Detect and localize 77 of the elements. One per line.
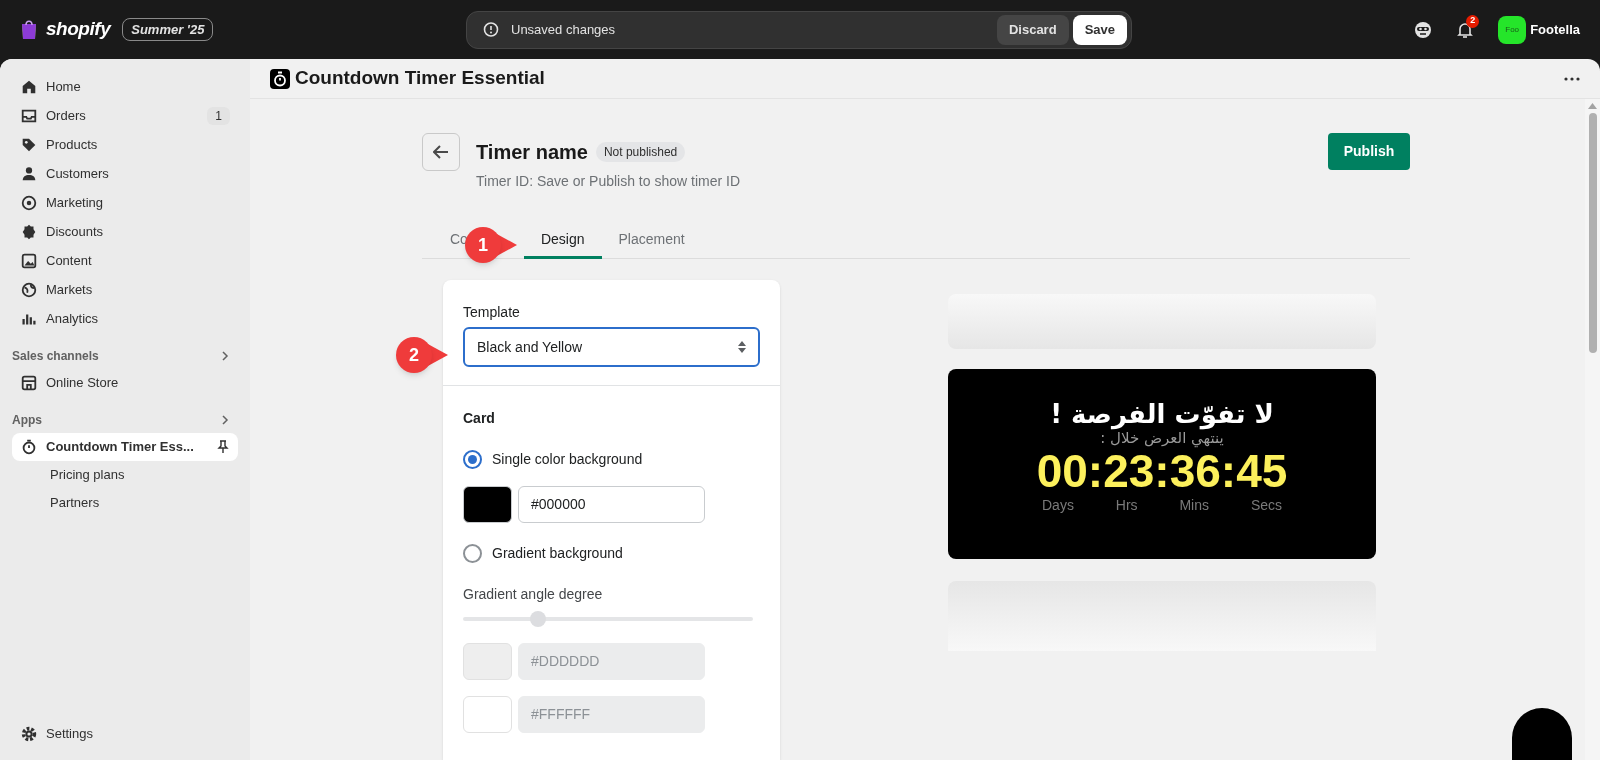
slider-track[interactable]: [463, 611, 753, 627]
sidebar-item[interactable]: Pricing plans: [12, 461, 238, 489]
person-icon: [20, 165, 38, 183]
chevron-right-icon[interactable]: [220, 415, 230, 425]
color-swatch[interactable]: [463, 486, 512, 523]
field-label: Gradient angle degree: [463, 585, 604, 604]
chat-button[interactable]: [1512, 708, 1572, 760]
inbox-icon: [20, 107, 38, 125]
select-arrows-icon: [738, 341, 746, 353]
sidebar-item[interactable]: Online Store: [12, 369, 238, 397]
timer-id-hint: Timer ID: Save or Publish to show timer ID: [476, 172, 740, 191]
time-unit-label: Mins: [1179, 496, 1209, 515]
stopwatch-app-icon: [270, 68, 290, 89]
save-button[interactable]: Save: [1072, 15, 1127, 45]
radio-label: Gradient background: [492, 544, 623, 563]
more-options-icon[interactable]: [1564, 76, 1580, 81]
discard-button[interactable]: Discard: [996, 15, 1069, 45]
discount-badge-icon: [20, 223, 38, 241]
shopping-bag-logo-icon: [20, 19, 38, 40]
sidebar-item[interactable]: Markets: [12, 276, 238, 304]
app-title: Countdown Timer Essential: [295, 66, 545, 91]
unsaved-message: Unsaved changes: [511, 21, 616, 40]
target-icon: [20, 194, 38, 212]
sidebar-item[interactable]: Settings: [12, 720, 238, 748]
shopify-wordmark: shopify: [46, 17, 111, 42]
section-heading: Sales channels: [12, 348, 100, 365]
scrollbar-thumb[interactable]: [1588, 113, 1597, 353]
globe-icon: [20, 281, 38, 299]
account-avatar[interactable]: Foo: [1498, 15, 1527, 44]
sidebar-item[interactable]: Home: [12, 73, 238, 101]
scrollbar[interactable]: [1585, 99, 1600, 760]
sidebar-item[interactable]: Products: [12, 131, 238, 159]
tab[interactable]: Design: [523, 222, 602, 259]
sidebar-item[interactable]: Partners: [12, 489, 238, 517]
account-name[interactable]: Footella: [1530, 19, 1580, 40]
mask-face-icon[interactable]: [1414, 20, 1433, 39]
publish-button[interactable]: Publish: [1328, 133, 1410, 170]
image-icon: [20, 252, 38, 270]
edition-badge: Summer '25: [122, 17, 214, 42]
radio-button[interactable]: [463, 544, 482, 563]
radio-button[interactable]: [463, 450, 482, 469]
sidebar-item[interactable]: Marketing: [12, 189, 238, 217]
timer-title: Timer name: [476, 140, 588, 165]
timer-subheadline: ينتهي العرض خلال :: [1100, 429, 1224, 447]
tag-icon: [20, 136, 38, 154]
orders-count-badge: 1: [207, 107, 230, 125]
sidebar-item[interactable]: Content: [12, 247, 238, 275]
alert-icon: [483, 22, 499, 38]
countdown-digits: 00:23:36:45: [1036, 447, 1288, 495]
storefront-icon: [20, 374, 38, 392]
radio-label: Single color background: [492, 450, 643, 469]
sidebar-item[interactable]: Countdown Timer Ess...: [12, 433, 238, 461]
step-callout: 2: [396, 337, 448, 373]
field-label: Template: [463, 303, 521, 322]
chevron-right-icon[interactable]: [220, 351, 230, 361]
sidebar-item[interactable]: Analytics: [12, 305, 238, 333]
section-heading: Apps: [12, 412, 43, 429]
slider-thumb[interactable]: [530, 611, 547, 627]
section-title: Card: [463, 409, 496, 428]
sidebar-item[interactable]: Discounts: [12, 218, 238, 246]
time-unit-label: Secs: [1250, 496, 1282, 515]
gear-icon: [20, 725, 38, 743]
notification-count: 2: [1466, 14, 1480, 28]
sidebar-item[interactable]: Orders 1: [12, 102, 238, 130]
stopwatch-icon: [20, 438, 38, 456]
sidebar-item[interactable]: Customers: [12, 160, 238, 188]
time-unit-label: Days: [1042, 496, 1074, 515]
pin-icon[interactable]: [216, 440, 230, 454]
timer-headline: لا تفوّت الفرصة !: [1050, 399, 1274, 429]
tab[interactable]: Placement: [601, 222, 702, 259]
template-select[interactable]: Black and Yellow: [463, 327, 760, 367]
hex-input-field[interactable]: #000000: [518, 486, 705, 523]
arrow-left-icon: [433, 145, 449, 159]
status-badge: Not published: [595, 142, 686, 162]
back-button[interactable]: [422, 133, 460, 171]
time-unit-label: Hrs: [1115, 496, 1138, 515]
house-icon: [20, 78, 38, 96]
